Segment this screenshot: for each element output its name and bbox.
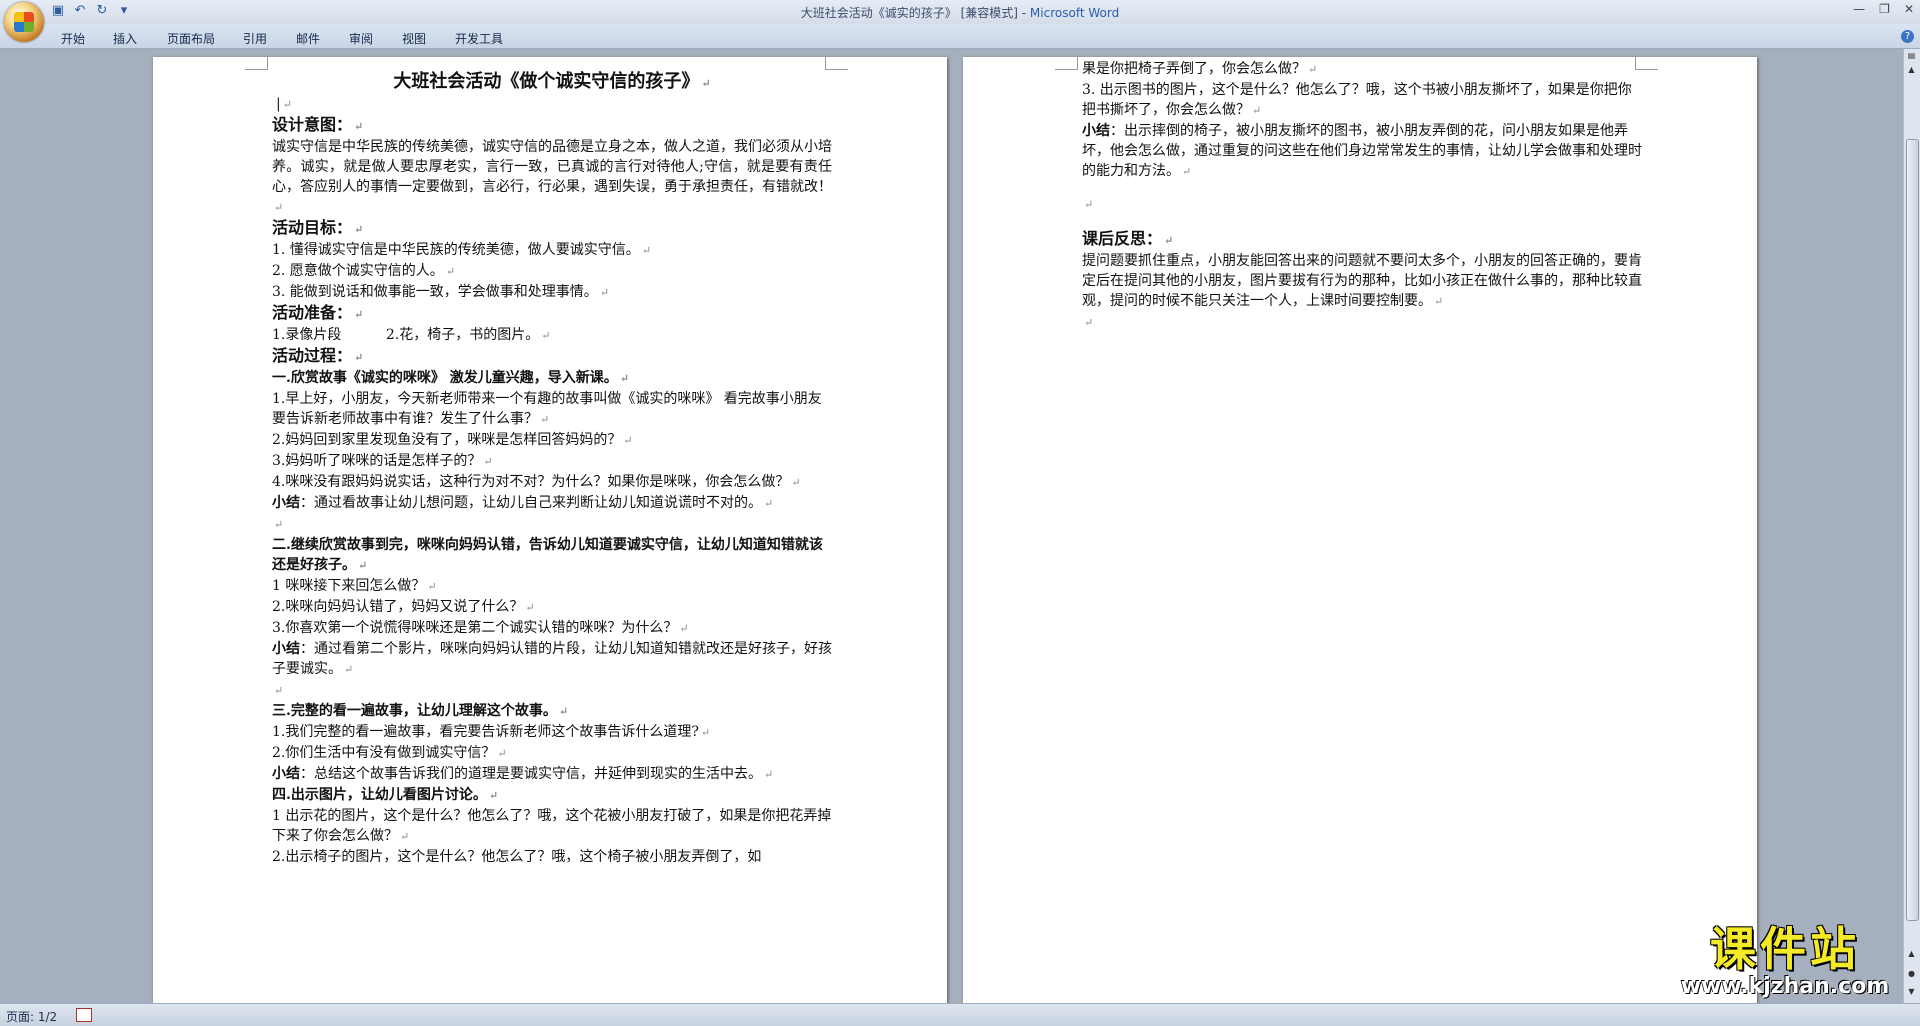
watermark-url: www.kjzhan.com (1680, 974, 1890, 999)
help-icon[interactable]: ? (1901, 30, 1914, 43)
part2-item: 3.你喜欢第一个说慌得咪咪还是第二个诚实认错的咪咪？为什么？ ↵ (272, 620, 689, 636)
close-icon[interactable]: ✕ (1904, 2, 1914, 16)
process-heading: 活动过程： ↵ (272, 346, 364, 365)
tab-review[interactable]: 审阅 (349, 30, 373, 47)
app-name: Microsoft Word (1029, 6, 1120, 20)
part2-summary: 小结：通过看第二个影片，咪咪向妈妈认错的片段，让幼儿知道知错就改还是好孩子，好孩… (272, 641, 832, 677)
empty-paragraph: ↵ (274, 518, 284, 531)
document-workspace[interactable]: 大班社会活动《做个诚实守信的孩子》 ↵ | ↵ 设计意图： ↵ 诚实守信是中华民族的传… (0, 49, 1904, 1003)
watermark-brand: 课件站 (1710, 922, 1860, 976)
part4-title: 四.出示图片，让幼儿看图片讨论。 ↵ (272, 787, 499, 803)
tab-mailings[interactable]: 邮件 (296, 30, 320, 47)
window-title: 大班社会活动《诚实的孩子》 [兼容模式] - Microsoft Word (0, 4, 1920, 21)
part2-item: 2.咪咪向妈妈认错了，妈妈又说了什么？ ↵ (272, 599, 535, 615)
part4-item: 3. 出示图书的图片，这个是什么？他怎么了？哦，这个书被小朋友撕坏了，如果是你把… (1082, 82, 1632, 118)
scrollbar-thumb[interactable] (1906, 139, 1919, 921)
vertical-scrollbar[interactable]: ▤ ▲ ▲ ● ▼ (1903, 49, 1920, 1003)
part1-summary: 小结：通过看故事让幼儿想问题，让幼儿自己来判断让幼儿知道说谎时不对的。 ↵ (272, 495, 774, 511)
continued-line: 果是你把椅子弄倒了，你会怎么做？ ↵ (1082, 61, 1318, 77)
select-browse-object-icon[interactable]: ● (1906, 969, 1917, 981)
design-intent-heading: 设计意图： ↵ (272, 115, 364, 134)
cursor-line: | ↵ (276, 96, 292, 112)
tab-references[interactable]: 引用 (243, 30, 267, 47)
crop-mark (245, 57, 268, 70)
part3-title: 三.完整的看一遍故事，让幼儿理解这个故事。 ↵ (272, 703, 569, 719)
page-2-content[interactable]: 果是你把椅子弄倒了，你会怎么做？ ↵ 3. 出示图书的图片，这个是什么？他怎么了？… (1082, 59, 1642, 333)
empty-paragraph: ↵ (274, 684, 284, 697)
part1-item: 1.早上好，小朋友，今天新老师带来一个有趣的故事叫做《诚实的咪咪》 看完故事小朋… (272, 391, 822, 427)
empty-paragraph: ↵ (1084, 316, 1094, 329)
part1-item: 2.妈妈回到家里发现鱼没有了，咪咪是怎样回答妈妈的？ ↵ (272, 432, 633, 448)
tab-page-layout[interactable]: 页面布局 (167, 30, 215, 47)
prev-page-icon[interactable]: ▲ (1906, 949, 1917, 961)
window-controls: — ❐ ✕ (1853, 2, 1914, 16)
tab-insert[interactable]: 插入 (113, 30, 137, 47)
maximize-icon[interactable]: ❐ (1879, 2, 1890, 16)
minimize-icon[interactable]: — (1853, 2, 1865, 16)
next-page-icon[interactable]: ▼ (1906, 987, 1917, 999)
goal-item: 1. 懂得诚实守信是中华民族的传统美德，做人要诚实守信。 ↵ (272, 242, 652, 258)
page-1-content[interactable]: 大班社会活动《做个诚实守信的孩子》 ↵ | ↵ 设计意图： ↵ 诚实守信是中华民族的传… (272, 72, 832, 867)
ribbon-tabs: 开始 插入 页面布局 引用 邮件 审阅 视图 开发工具 ? (0, 24, 1920, 49)
tab-home[interactable]: 开始 (61, 30, 85, 47)
document-title: 大班社会活动《诚实的孩子》 [兼容模式] - (800, 6, 1030, 20)
part1-item: 4.咪咪没有跟妈妈说实话，这种行为对不对？为什么？如果你是咪咪，你会怎么做？ ↵ (272, 474, 801, 490)
tab-developer[interactable]: 开发工具 (455, 30, 503, 47)
page-count[interactable]: 页面: 1/2 (6, 1008, 57, 1025)
office-button[interactable] (4, 2, 44, 42)
watermark: 课件站 www.kjzhan.com (1670, 923, 1900, 999)
document-title-heading: 大班社会活动《做个诚实守信的孩子》 ↵ (393, 71, 711, 92)
part2-title: 二.继续欣赏故事到完，咪咪向妈妈认错，告诉幼儿知道要诚实守信，让幼儿知道知错就该… (272, 537, 823, 573)
part3-summary: 小结：总结这个故事告诉我们的道理是要诚实守信，并延伸到现实的生活中去。 ↵ (272, 766, 774, 782)
scroll-up-icon[interactable]: ▲ (1906, 65, 1917, 77)
page-1[interactable]: 大班社会活动《做个诚实守信的孩子》 ↵ | ↵ 设计意图： ↵ 诚实守信是中华民族的传… (153, 57, 947, 1003)
reflection-heading: 课后反思： ↵ (1082, 229, 1174, 248)
reflection-body: 提问题要抓住重点，小朋友能回答出来的问题就不要问太多个，小朋友的回答正确的，要肯… (1082, 253, 1642, 309)
part4-item: 1 出示花的图片，这个是什么？他怎么了？哦，这个花被小朋友打破了，如果是你把花弄… (272, 808, 832, 844)
tab-view[interactable]: 视图 (402, 30, 426, 47)
page-2[interactable]: 果是你把椅子弄倒了，你会怎么做？ ↵ 3. 出示图书的图片，这个是什么？他怎么了？… (963, 57, 1757, 1003)
part2-item: 1 咪咪接下来回怎么做？ ↵ (272, 578, 437, 594)
goal-item: 2. 愿意做个诚实守信的人。 ↵ (272, 263, 456, 279)
part1-item: 3.妈妈听了咪咪的话是怎样子的？ ↵ (272, 453, 493, 469)
goal-item: 3. 能做到说话和做事能一致，学会做事和处理事情。 ↵ (272, 284, 610, 300)
part4-item: 2.出示椅子的图片，这个是什么？他怎么了？哦，这个椅子被小朋友弄倒了，如 (272, 849, 762, 865)
crop-mark (1055, 57, 1078, 70)
part4-summary: 小结：出示摔倒的椅子，被小朋友撕坏的图书，被小朋友弄倒的花，问小朋友如果是他弄坏… (1082, 123, 1642, 179)
status-bar: 页面: 1/2 (0, 1003, 1920, 1026)
part1-title: 一.欣赏故事《诚实的咪咪》 激发儿童兴趣，导入新课。 ↵ (272, 370, 629, 386)
prep-heading: 活动准备： ↵ (272, 303, 364, 322)
design-intent-body: 诚实守信是中华民族的传统美德，诚实守信的品德是立身之本，做人之道，我们必须从小培… (272, 139, 832, 214)
prep-body: 1.录像片段 2.花，椅子，书的图片。 ↵ (272, 327, 551, 343)
ruler-toggle-icon[interactable]: ▤ (1906, 51, 1917, 63)
empty-paragraph: ↵ (1084, 198, 1094, 211)
title-bar: ▣ ↶ ↻ ▾ 大班社会活动《诚实的孩子》 [兼容模式] - Microsoft… (0, 0, 1920, 24)
goals-heading: 活动目标： ↵ (272, 218, 364, 237)
proofing-icon[interactable] (76, 1008, 92, 1022)
office-logo-icon (14, 12, 34, 32)
part3-item: 2.你们生活中有没有做到诚实守信？ ↵ (272, 745, 507, 761)
crop-mark (825, 57, 848, 70)
part3-item: 1.我们完整的看一遍故事，看完要告诉新老师这个故事告诉什么道理? ↵ (272, 724, 711, 740)
